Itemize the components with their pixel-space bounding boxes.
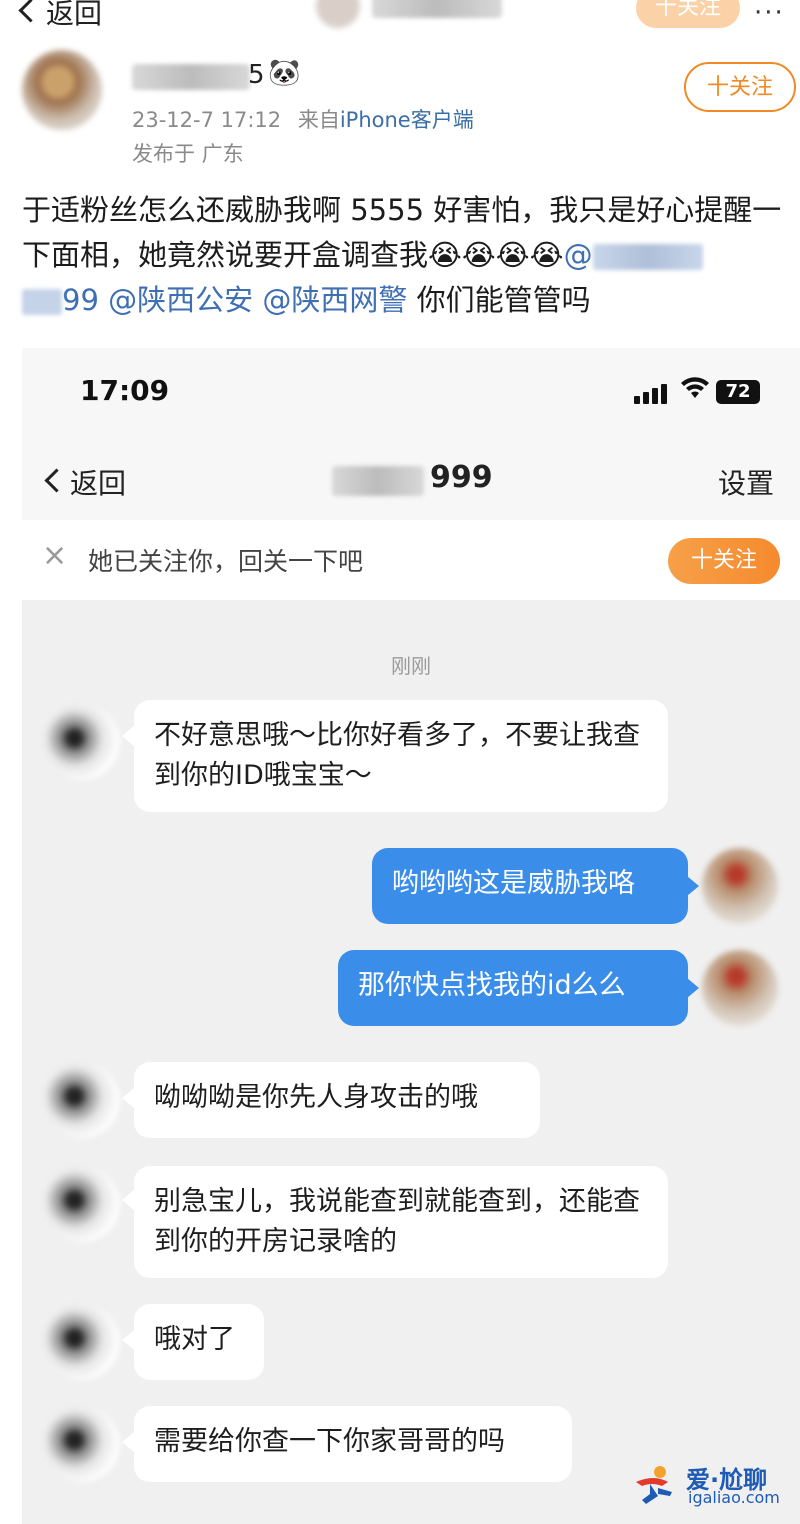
back-label[interactable]: 返回	[46, 0, 102, 32]
my-avatar[interactable]	[702, 950, 778, 1026]
chat-title-suffix: 999	[430, 460, 493, 495]
signal-icon	[634, 384, 670, 404]
post-author-name-suffix[interactable]: 5	[248, 60, 265, 90]
mention-blurred-2[interactable]	[22, 289, 62, 315]
sender-avatar[interactable]	[44, 1062, 120, 1138]
bubble-tail	[122, 1190, 134, 1210]
post-text-end: 你们能管管吗	[407, 283, 591, 317]
wifi-icon	[680, 376, 710, 407]
bubble-tail	[122, 1330, 134, 1350]
status-bar: 17:09 72	[22, 348, 800, 440]
mention-shaanxi-police[interactable]: @陕西公安	[108, 283, 253, 317]
chat-title-blurred	[332, 466, 424, 496]
sender-avatar[interactable]	[44, 1166, 120, 1242]
status-time: 17:09	[80, 374, 170, 407]
crying-emojis: 😭😭😭😭	[428, 238, 564, 272]
panda-badge-icon: 🐼	[268, 58, 301, 88]
bubble-tail	[122, 726, 134, 746]
chat-settings[interactable]: 设置	[718, 462, 774, 502]
watermark-logo-icon	[628, 1462, 682, 1506]
top-follow-button[interactable]: 十关注	[636, 0, 740, 28]
post-meta: 23-12-7 17:12 来自iPhone客户端	[132, 104, 474, 134]
nav-username-blurred	[372, 0, 502, 18]
chat-back-chevron-icon[interactable]	[44, 468, 69, 493]
bubble-tail	[122, 1432, 134, 1452]
follow-back-banner: × 她已关注你，回关一下吧 十关注	[22, 520, 800, 600]
chat-bubble-outgoing: 哟哟哟这是威胁我咯	[372, 848, 688, 924]
post-source[interactable]: iPhone客户端	[340, 108, 474, 132]
mention-blurred[interactable]	[592, 244, 703, 270]
post-author-avatar[interactable]	[22, 50, 102, 130]
close-icon[interactable]: ×	[42, 538, 67, 573]
sender-avatar[interactable]	[44, 1406, 120, 1482]
chat-bubble-incoming: 需要给你查一下你家哥哥的吗	[134, 1406, 572, 1482]
nav-avatar[interactable]	[316, 0, 360, 28]
message-timestamp: 刚刚	[391, 654, 431, 678]
bubble-tail	[687, 876, 699, 896]
post-date: 23-12-7 17:12	[132, 108, 282, 132]
mention-shaanxi-cyber-police[interactable]: @陕西网警	[262, 283, 407, 317]
bubble-tail	[122, 1088, 134, 1108]
back-chevron-icon[interactable]	[18, 0, 43, 23]
follow-button[interactable]: 十关注	[684, 62, 796, 112]
chat-bubble-incoming: 呦呦呦是你先人身攻击的哦	[134, 1062, 540, 1138]
battery-icon: 72	[716, 380, 760, 404]
banner-follow-button[interactable]: 十关注	[668, 538, 780, 584]
chat-bubble-outgoing: 那你快点找我的id么么	[338, 950, 688, 1026]
top-nav: 返回 十关注 ···	[0, 0, 800, 48]
sender-avatar[interactable]	[44, 704, 120, 780]
post-author-name-blurred[interactable]	[132, 64, 250, 90]
chat-bubble-incoming: 不好意思哦～比你好看多了，不要让我查到你的ID哦宝宝～	[134, 700, 668, 812]
chat-back-label[interactable]: 返回	[70, 462, 126, 502]
source-prefix: 来自	[297, 108, 340, 132]
watermark-url: igaliao.com	[688, 1488, 780, 1507]
my-avatar[interactable]	[702, 848, 778, 924]
chat-screenshot-image[interactable]: 17:09 72 返回 999 设置 × 她已关注你，回关一下吧 十关注 刚刚 …	[22, 348, 800, 1524]
banner-text: 她已关注你，回关一下吧	[88, 547, 364, 576]
mention-tail[interactable]: 99	[62, 283, 99, 317]
post-location: 发布于 广东	[132, 142, 244, 166]
chat-bubble-incoming: 哦对了	[134, 1304, 264, 1380]
more-menu-icon[interactable]: ···	[754, 0, 785, 28]
mention-at[interactable]: @	[564, 238, 593, 272]
post-body: 于适粉丝怎么还威胁我啊 5555 好害怕，我只是好心提醒一下面相，她竟然说要开盒…	[22, 188, 798, 323]
bubble-tail	[687, 978, 699, 998]
sender-avatar[interactable]	[44, 1304, 120, 1380]
chat-nav: 返回 999 设置	[22, 440, 800, 521]
chat-bubble-incoming: 别急宝儿，我说能查到就能查到，还能查到你的开房记录啥的	[134, 1166, 668, 1278]
